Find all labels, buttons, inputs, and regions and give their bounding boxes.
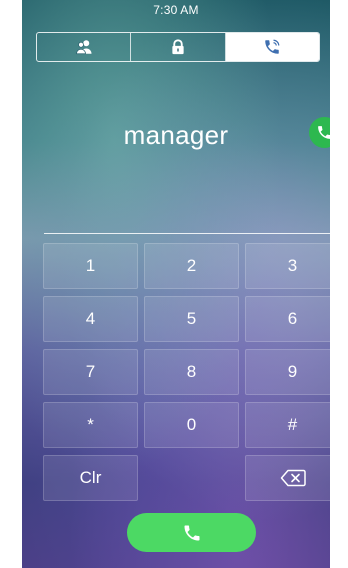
tab-bar	[36, 32, 320, 62]
key-6[interactable]: 6	[245, 296, 330, 342]
key-3[interactable]: 3	[245, 243, 330, 289]
key-4[interactable]: 4	[43, 296, 138, 342]
callee-name: manager	[123, 120, 229, 150]
key-7[interactable]: 7	[43, 349, 138, 395]
contacts-icon	[75, 40, 92, 55]
phone-icon	[318, 126, 330, 139]
clear-button[interactable]: Clr	[43, 455, 138, 501]
phone-icon	[184, 525, 199, 540]
key-8[interactable]: 8	[144, 349, 239, 395]
key-9[interactable]: 9	[245, 349, 330, 395]
intercom-screen: 7:30 AM manager 1 2 3 4 5 6 7 8 9 * 0 # …	[22, 0, 330, 568]
key-0[interactable]: 0	[144, 402, 239, 448]
key-star[interactable]: *	[43, 402, 138, 448]
key-5[interactable]: 5	[144, 296, 239, 342]
key-2[interactable]: 2	[144, 243, 239, 289]
lock-icon	[172, 39, 184, 55]
status-time: 7:30 AM	[153, 3, 199, 17]
tab-contacts[interactable]	[37, 33, 132, 61]
key-1[interactable]: 1	[43, 243, 138, 289]
backspace-icon	[280, 469, 306, 487]
backspace-button[interactable]	[245, 455, 330, 501]
display-divider	[44, 233, 330, 234]
key-hash[interactable]: #	[245, 402, 330, 448]
tab-dialer[interactable]	[225, 33, 319, 61]
call-button[interactable]	[127, 513, 256, 552]
phone-ringing-icon	[265, 39, 280, 54]
tab-lock[interactable]	[131, 33, 226, 61]
